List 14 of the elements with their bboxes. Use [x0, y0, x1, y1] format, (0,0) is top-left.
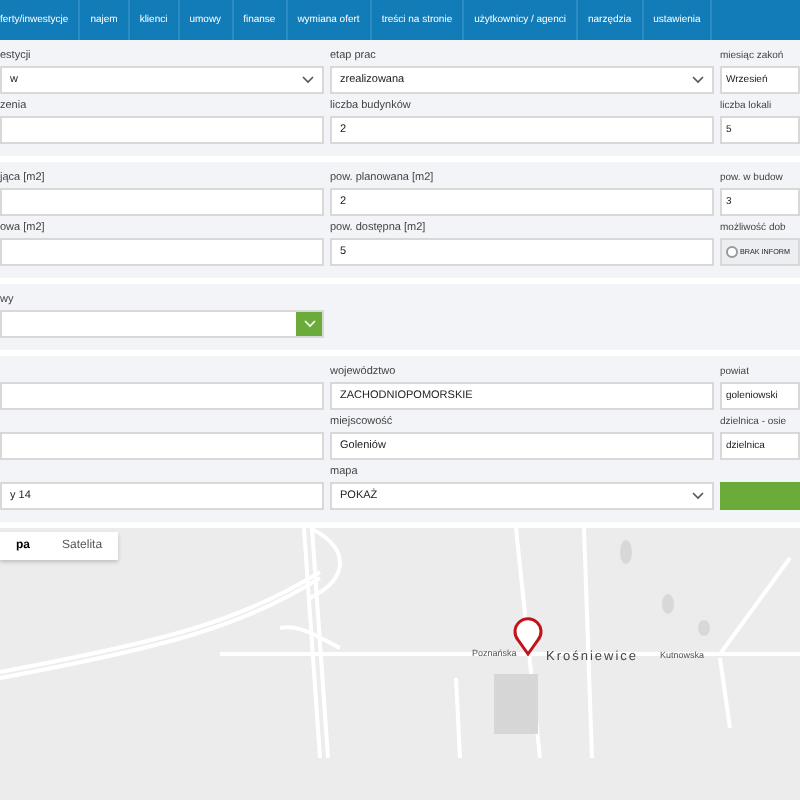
select-field[interactable]: [0, 310, 324, 338]
action-button[interactable]: [720, 482, 800, 510]
chevron-down-icon: [303, 320, 315, 328]
input-field[interactable]: [0, 432, 324, 460]
input-field[interactable]: [0, 188, 324, 216]
input-field[interactable]: [0, 116, 324, 144]
radio-button[interactable]: [726, 246, 738, 258]
map-pin-icon: [513, 617, 543, 656]
chevron-down-icon: [302, 76, 314, 84]
chevron-down-icon: [692, 76, 704, 84]
input-field[interactable]: [0, 382, 324, 410]
dropdown-toggle[interactable]: [296, 312, 322, 336]
input-field[interactable]: [0, 238, 324, 266]
chevron-down-icon: [692, 492, 704, 500]
